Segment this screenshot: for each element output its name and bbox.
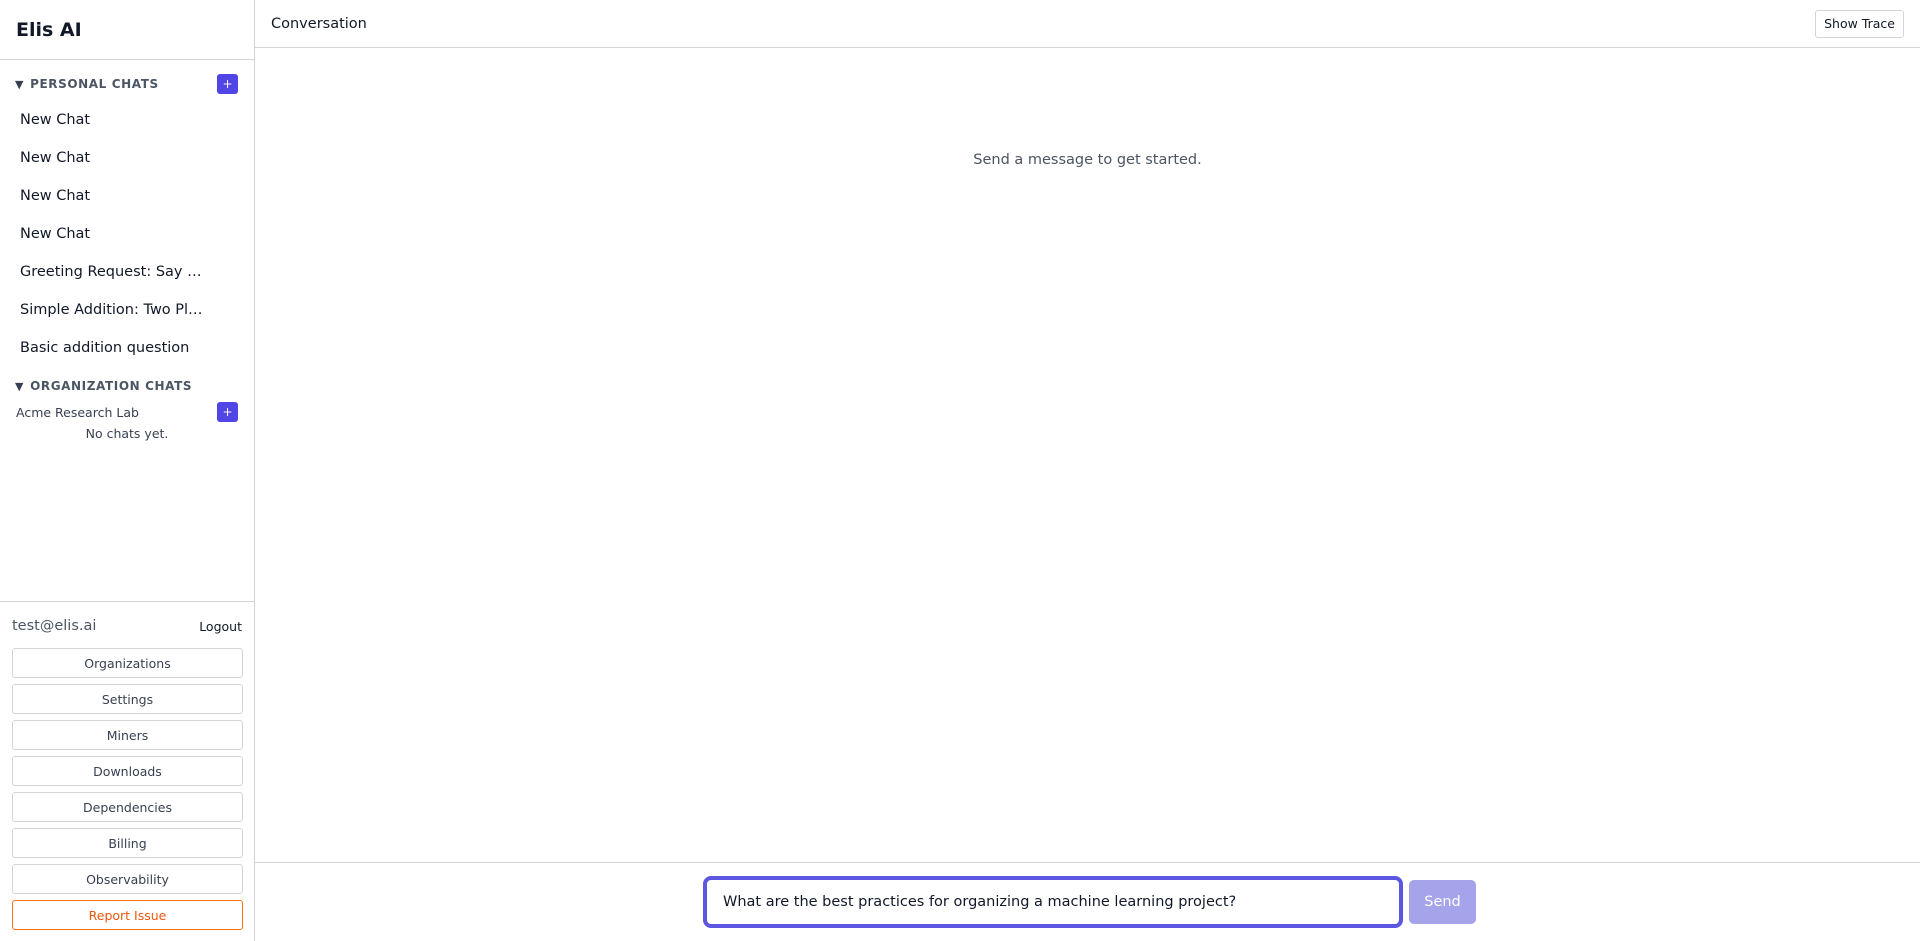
dependencies-button[interactable]: Dependencies [12, 792, 243, 822]
message-input[interactable] [703, 876, 1403, 928]
org-name: Acme Research Lab [16, 404, 139, 420]
billing-button[interactable]: Billing [12, 828, 243, 858]
show-trace-button[interactable]: Show Trace [1815, 9, 1904, 38]
brand-title: Elis AI [0, 0, 254, 60]
chat-item[interactable]: New Chat [0, 177, 254, 215]
app: Elis AI ▼ PERSONAL CHATS + New Chat New … [0, 0, 1920, 941]
chat-item[interactable]: Basic addition question [0, 329, 254, 367]
settings-button[interactable]: Settings [12, 684, 243, 714]
chat-item[interactable]: New Chat [0, 101, 254, 139]
send-button[interactable]: Send [1409, 880, 1476, 924]
new-org-chat-button[interactable]: + [217, 402, 238, 422]
chat-sections: ▼ PERSONAL CHATS + New Chat New Chat New… [0, 60, 254, 601]
personal-chat-list: New Chat New Chat New Chat New Chat Gree… [0, 101, 254, 367]
empty-state-text: Send a message to get started. [973, 152, 1202, 168]
logout-button[interactable]: Logout [199, 619, 242, 634]
org-empty-note: No chats yet. [85, 426, 169, 441]
org-row: Acme Research Lab + [0, 401, 254, 423]
caret-down-icon: ▼ [15, 379, 25, 393]
personal-chats-header[interactable]: ▼ PERSONAL CHATS + [0, 73, 254, 95]
observability-button[interactable]: Observability [12, 864, 243, 894]
user-row: test@elis.ai Logout [12, 614, 242, 638]
sidebar-footer: test@elis.ai Logout Organizations Settin… [0, 601, 254, 941]
caret-down-icon: ▼ [15, 77, 25, 91]
chat-item[interactable]: New Chat [0, 215, 254, 253]
organization-chats-header[interactable]: ▼ ORGANIZATION CHATS [0, 375, 254, 397]
chat-item[interactable]: Simple Addition: Two Pl… [0, 291, 254, 329]
chat-item[interactable]: Greeting Request: Say … [0, 253, 254, 291]
sidebar: Elis AI ▼ PERSONAL CHATS + New Chat New … [0, 0, 255, 941]
downloads-button[interactable]: Downloads [12, 756, 243, 786]
main-panel: Conversation Show Trace Send a message t… [255, 0, 1920, 941]
conversation-header: Conversation Show Trace [255, 0, 1920, 48]
report-issue-button[interactable]: Report Issue [12, 900, 243, 930]
composer: Send [255, 862, 1920, 941]
message-area: Send a message to get started. [255, 48, 1920, 862]
organization-chats-title: ORGANIZATION CHATS [30, 379, 193, 393]
chat-item[interactable]: New Chat [0, 139, 254, 177]
organization-chats-section: ▼ ORGANIZATION CHATS Acme Research Lab +… [0, 375, 254, 441]
new-personal-chat-button[interactable]: + [217, 74, 238, 94]
user-email: test@elis.ai [12, 618, 97, 634]
miners-button[interactable]: Miners [12, 720, 243, 750]
organizations-button[interactable]: Organizations [12, 648, 243, 678]
personal-chats-title: PERSONAL CHATS [30, 77, 159, 91]
conversation-title: Conversation [271, 15, 367, 32]
